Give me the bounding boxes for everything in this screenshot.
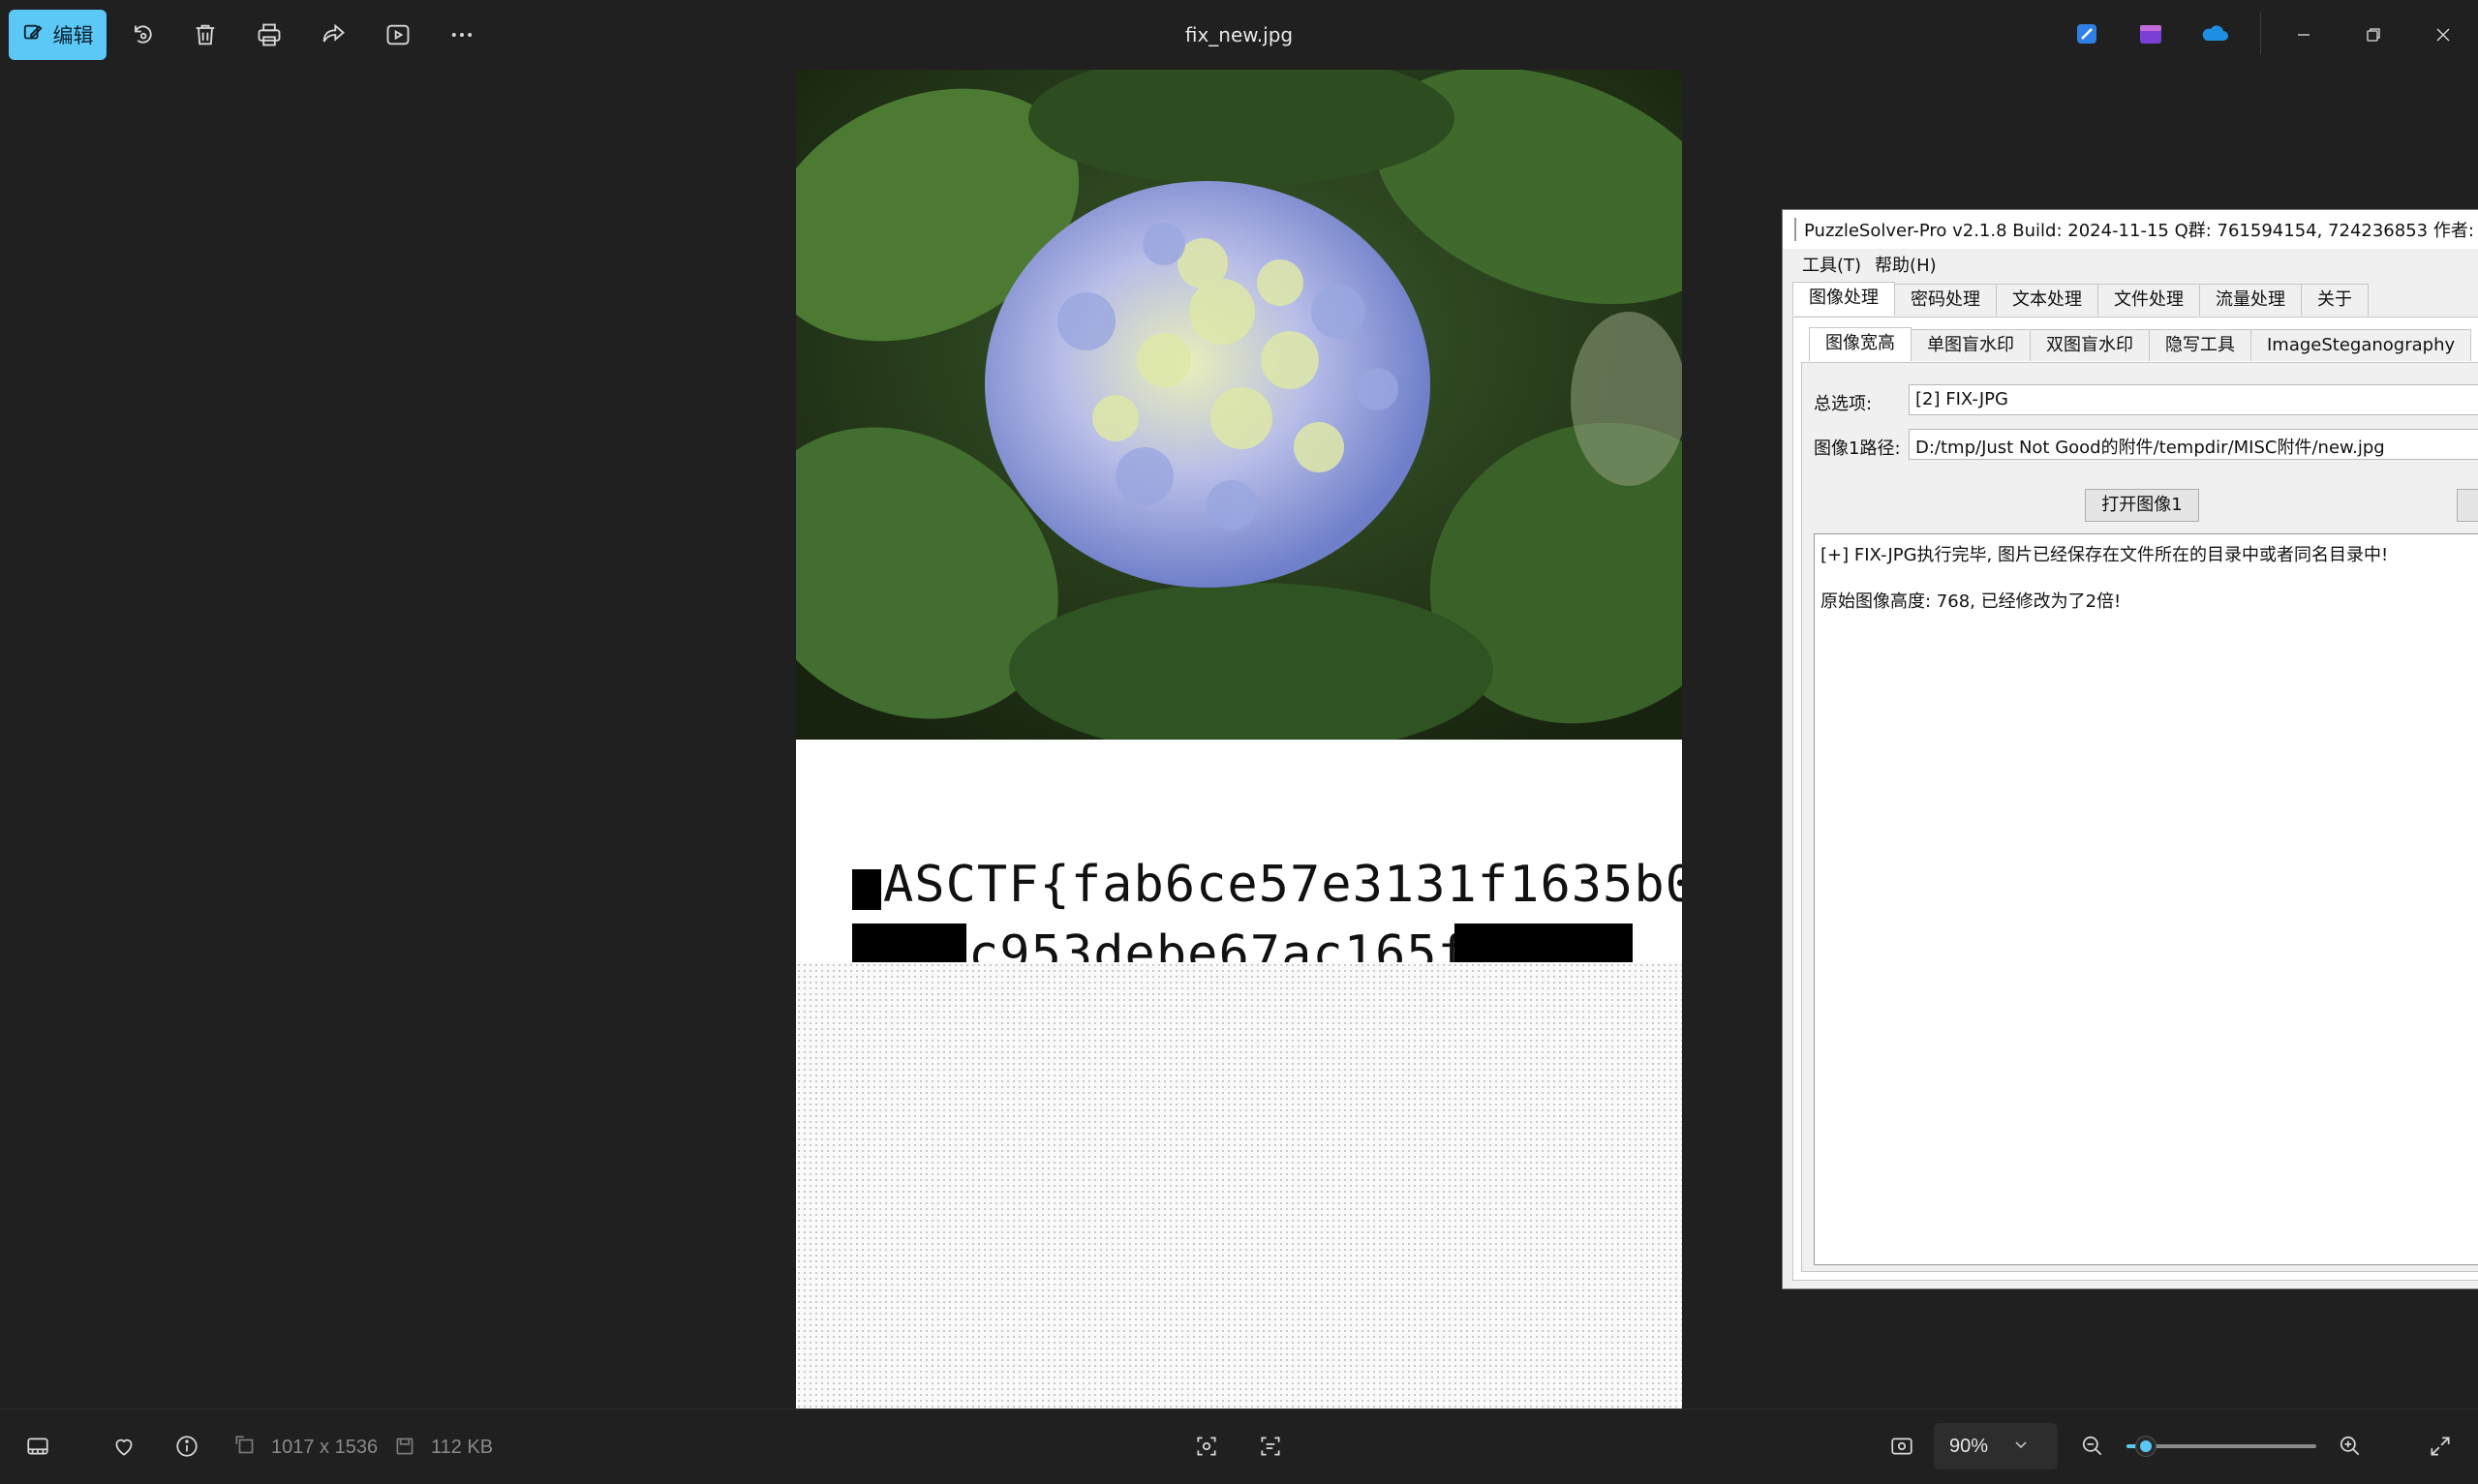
minimize-icon[interactable]	[2284, 17, 2323, 52]
tab-crypto[interactable]: 密码处理	[1894, 284, 1997, 316]
path-label: 图像1路径:	[1814, 439, 1901, 459]
redaction-block	[852, 869, 881, 910]
puzzlesolver-titlebar[interactable]: PuzzleSolver-Pro v2.1.8 Build: 2024-11-1…	[1783, 210, 2478, 249]
tab-image-processing[interactable]: 图像处理	[1792, 282, 1895, 316]
tab-image-steganography[interactable]: ImageSteganography	[2250, 329, 2472, 361]
zoom-in-icon[interactable]	[2335, 1431, 2366, 1462]
window-title: fix_new.jpg	[1184, 23, 1294, 46]
output-line: 原始图像高度: 768, 已经修改为了2倍!	[1820, 591, 2122, 612]
open-image-button[interactable]: 打开图像1	[2085, 489, 2199, 522]
output-line: [+] FIX-JPG执行完毕, 图片已经保存在文件所在的目录中或者同名目录中!	[1820, 545, 2389, 565]
output-textarea[interactable]: [+] FIX-JPG执行完毕, 图片已经保存在文件所在的目录中或者同名目录中!…	[1814, 533, 2478, 1265]
tab-image-size[interactable]: 图像宽高	[1809, 327, 1912, 361]
sub-tabs: 图像宽高 单图盲水印 双图盲水印 隐写工具 ImageSteganography	[1809, 327, 2472, 362]
tab-single-watermark[interactable]: 单图盲水印	[1911, 329, 2031, 361]
menu-bar: 工具(T) 帮助(H)	[1783, 249, 2478, 280]
zoom-level: 90%	[1949, 1435, 1989, 1457]
hydrangea-photo	[796, 70, 1682, 757]
tab-dual-watermark[interactable]: 双图盲水印	[2030, 329, 2150, 361]
visual-search-icon[interactable]	[1191, 1431, 1222, 1462]
favorite-icon[interactable]	[108, 1431, 139, 1462]
dimensions-icon	[230, 1431, 261, 1462]
tab-traffic[interactable]: 流量处理	[2199, 284, 2302, 316]
image-size-panel: 总选项: [2] FIX-JPG 图像1路径: D:/tmp/Just Not …	[1801, 362, 2478, 1272]
main-tabs: 图像处理 密码处理 文本处理 文件处理 流量处理 关于	[1792, 282, 2369, 317]
filesize-icon	[389, 1431, 420, 1462]
designer-app-icon[interactable]	[2070, 17, 2103, 50]
fullscreen-icon[interactable]	[2425, 1431, 2456, 1462]
menu-help[interactable]: 帮助(H)	[1875, 252, 1937, 277]
toolbar-divider	[2260, 12, 2261, 54]
option-label: 总选项:	[1814, 394, 1873, 414]
zoom-slider-thumb[interactable]	[2135, 1436, 2157, 1457]
top-toolbar: 编辑 fix_new.jpg	[0, 0, 2478, 70]
displayed-image: ASCTF{fab6ce57e3131f1635b0 c953debe67ac1…	[796, 70, 1682, 1408]
chevron-down-icon	[2013, 1436, 2029, 1458]
image-processing-panel: 图像宽高 单图盲水印 双图盲水印 隐写工具 ImageSteganography…	[1792, 317, 2478, 1281]
tab-about[interactable]: 关于	[2301, 284, 2369, 316]
transparent-pattern-area	[796, 962, 1682, 1408]
close-icon[interactable]	[2424, 17, 2463, 52]
text-recognition-icon[interactable]	[1255, 1431, 1286, 1462]
flag-text-area: ASCTF{fab6ce57e3131f1635b0 c953debe67ac1…	[796, 740, 1682, 993]
puzzlesolver-app-icon	[1794, 218, 1796, 241]
tab-stego-tools[interactable]: 隐写工具	[2149, 329, 2251, 361]
status-bar: 1017 x 1536 112 KB 90%	[0, 1408, 2478, 1484]
info-icon[interactable]	[171, 1431, 202, 1462]
image-dimensions: 1017 x 1536	[271, 1437, 379, 1458]
zoom-slider[interactable]	[2126, 1436, 2316, 1457]
path-input[interactable]: D:/tmp/Just Not Good的附件/tempdir/MISC附件/n…	[1909, 429, 2478, 460]
restore-icon[interactable]	[2354, 17, 2393, 52]
onedrive-icon[interactable]	[2198, 17, 2231, 50]
run-button[interactable]	[2457, 489, 2478, 522]
actual-size-icon[interactable]	[1886, 1431, 1917, 1462]
puzzlesolver-window: PuzzleSolver-Pro v2.1.8 Build: 2024-11-1…	[1782, 209, 2478, 1289]
tab-text[interactable]: 文本处理	[1996, 284, 2098, 316]
tab-file[interactable]: 文件处理	[2097, 284, 2200, 316]
menu-tools[interactable]: 工具(T)	[1802, 252, 1861, 277]
zoom-level-dropdown[interactable]: 90%	[1934, 1423, 2058, 1469]
flag-text-line-1: ASCTF{fab6ce57e3131f1635b0	[883, 856, 1682, 914]
filmstrip-icon[interactable]	[22, 1431, 53, 1462]
zoom-out-icon[interactable]	[2077, 1431, 2108, 1462]
file-size: 112 KB	[431, 1437, 494, 1458]
option-select[interactable]: [2] FIX-JPG	[1909, 384, 2478, 415]
clipchamp-app-icon[interactable]	[2134, 17, 2167, 50]
puzzlesolver-title: PuzzleSolver-Pro v2.1.8 Build: 2024-11-1…	[1804, 221, 2478, 241]
